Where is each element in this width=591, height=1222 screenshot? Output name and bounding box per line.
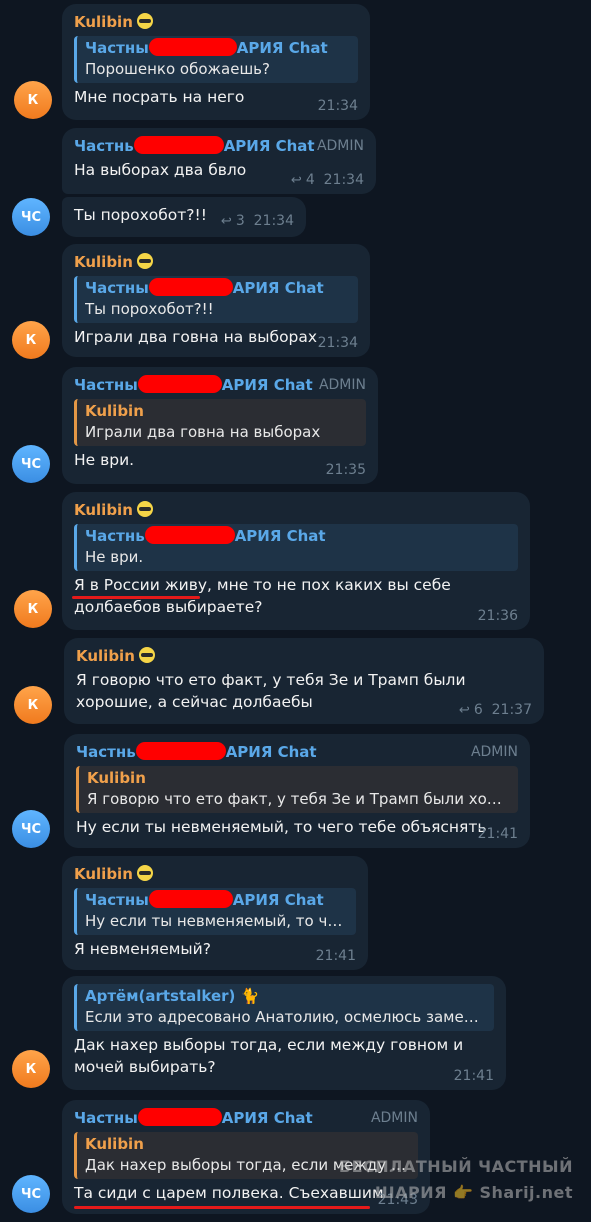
message-time: 21:37 (491, 702, 532, 718)
quote-sender: Kulibin (85, 1135, 144, 1153)
message-bubble[interactable]: Kulibin Частны АРИЯ Chat Порошенко обожае… (62, 4, 370, 120)
sender-name: Kulibin (74, 253, 133, 271)
message-time: 21:35 (325, 462, 366, 478)
highlight-underline (74, 1206, 370, 1209)
quote-text: Не ври. (85, 548, 144, 566)
reply-count[interactable]: 3 (236, 213, 245, 229)
message-bubble[interactable]: Kulibin Частны АРИЯ Chat Ты порохобот?!! … (62, 244, 370, 357)
quote-text: Если это адресовано Анатолию, осмелюсь з… (85, 1008, 486, 1026)
redaction-mark (137, 1108, 222, 1126)
duck-emoji-icon (136, 865, 153, 881)
quote-text: Порошенко обожаешь? (85, 60, 270, 78)
message-text: Играли два говна на выборах (74, 328, 318, 346)
admin-badge: ADMIN (470, 744, 518, 760)
message-bubble[interactable]: Kulibin Частны АРИЯ Chat Ну если ты невме… (62, 856, 368, 970)
message-bubble[interactable]: Частнь АРИЯ Chat ADMIN Kulibin Я говорю ч… (64, 734, 530, 848)
sender-name: Kulibin (74, 13, 133, 31)
message-time: 21:41 (477, 826, 518, 842)
admin-badge: ADMIN (370, 1110, 418, 1126)
avatar[interactable]: ЧС (12, 198, 50, 236)
cat-emoji-icon: 🐈 (240, 987, 260, 1005)
message-time: 21:34 (317, 98, 358, 114)
message-bubble[interactable]: Ты порохобот?!! ↩ 3 21:34 (62, 197, 306, 237)
reply-quote[interactable]: Kulibin Играли два говна на выборах (74, 399, 366, 446)
message-bubble[interactable]: Частнь АРИЯ Chat ADMIN На выборах два бвл… (62, 128, 376, 194)
sender-name: Kulibin (74, 865, 133, 883)
message-bubble[interactable]: Артём(artstalker) 🐈 Если это адресовано … (62, 976, 506, 1090)
duck-emoji-icon (136, 253, 153, 269)
avatar[interactable]: ЧС (12, 810, 50, 848)
reply-quote[interactable]: Частны АРИЯ Chat Ну если ты невменяемый, … (74, 888, 356, 935)
quote-sender: Kulibin (87, 769, 146, 787)
reply-quote[interactable]: Kulibin Я говорю что ето факт, у тебя Зе… (76, 766, 518, 813)
admin-badge: ADMIN (318, 377, 366, 393)
redaction-mark (148, 890, 233, 908)
duck-emoji-icon (136, 501, 153, 517)
sender-name: Kulibin (74, 501, 133, 519)
reply-count[interactable]: 4 (306, 172, 315, 188)
reply-quote[interactable]: Артём(artstalker) 🐈 Если это адресовано … (74, 984, 494, 1031)
watermark: БЕСПЛАТНЫЙ ЧАСТНЫЙ ШАРИЯ 👉 Sharij.net (338, 1157, 573, 1202)
message-text: Не ври. (74, 451, 135, 469)
redaction-mark (137, 375, 222, 393)
reply-count[interactable]: 6 (474, 702, 483, 718)
reply-quote[interactable]: Частнь АРИЯ Chat Не ври. (74, 524, 518, 571)
message-bubble[interactable]: Kulibin Частнь АРИЯ Chat Не ври. Я в Росс… (62, 492, 530, 630)
quote-sender: Kulibin (85, 402, 144, 420)
message-time: 21:34 (317, 335, 358, 351)
message-bubble[interactable]: Kulibin Я говорю что ето факт, у тебя Зе… (64, 638, 544, 724)
message-bubble[interactable]: Частны АРИЯ Chat ADMIN Kulibin Играли два… (62, 367, 378, 484)
avatar[interactable]: ЧС (12, 1175, 50, 1213)
message-time: 21:41 (315, 948, 356, 964)
reply-count-icon: ↩ (220, 214, 232, 229)
redaction-mark (148, 38, 237, 56)
avatar[interactable]: К (14, 590, 52, 628)
duck-emoji-icon (136, 13, 153, 29)
reply-count-icon: ↩ (458, 703, 470, 718)
avatar[interactable]: К (14, 686, 52, 724)
redaction-mark (133, 136, 224, 154)
message-text: Дак нахер выборы тогда, если между говно… (74, 1036, 464, 1076)
duck-emoji-icon (138, 647, 155, 663)
quote-text: Ну если ты невменяемый, то че... (85, 912, 348, 930)
highlight-underline (72, 596, 200, 599)
sender-name: Kulibin (76, 647, 135, 665)
message-time: 21:41 (453, 1068, 494, 1084)
message-time: 21:36 (477, 608, 518, 624)
message-text: Ну если ты невменяемый, то чего тебе объ… (76, 818, 487, 836)
redaction-mark (135, 742, 226, 760)
quote-text: Ты порохобот?!! (85, 300, 214, 318)
avatar[interactable]: К (12, 321, 50, 359)
message-time: 21:34 (253, 213, 294, 229)
message-time: 21:34 (323, 172, 364, 188)
avatar[interactable]: К (14, 81, 52, 119)
quote-sender: Артём(artstalker) (85, 987, 236, 1005)
avatar[interactable]: К (12, 1050, 50, 1088)
avatar[interactable]: ЧС (12, 445, 50, 483)
reply-count-icon: ↩ (290, 173, 302, 188)
reply-quote[interactable]: Частны АРИЯ Chat Порошенко обожаешь? (74, 36, 358, 83)
message-text: Мне посрать на него (74, 88, 245, 106)
redaction-mark (144, 526, 235, 544)
quote-text: Я говорю что ето факт, у тебя Зе и Трамп… (87, 790, 510, 808)
admin-badge: ADMIN (316, 138, 364, 154)
reply-quote[interactable]: Частны АРИЯ Chat Ты порохобот?!! (74, 276, 358, 323)
quote-text: Играли два говна на выборах (85, 423, 321, 441)
redaction-mark (148, 278, 233, 296)
message-text: Я невменяемый? (74, 940, 211, 958)
